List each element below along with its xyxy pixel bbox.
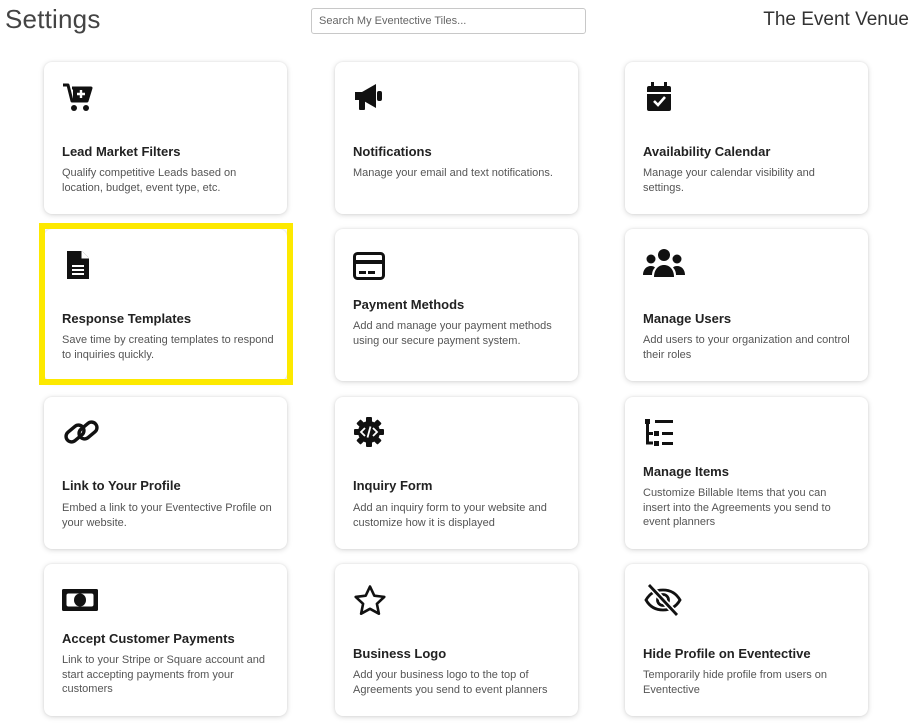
tile-availability-calendar[interactable]: Availability Calendar Manage your calend… <box>625 62 868 214</box>
cart-plus-icon <box>62 81 94 113</box>
star-icon <box>353 584 387 618</box>
tile-title: Payment Methods <box>353 297 465 312</box>
credit-card-icon <box>353 250 385 282</box>
code-gear-icon <box>353 416 385 448</box>
tile-hide-profile[interactable]: Hide Profile on Eventective Temporarily … <box>625 564 868 716</box>
tile-lead-market-filters[interactable]: Lead Market Filters Qualify competitive … <box>44 62 287 214</box>
tile-title: Accept Customer Payments <box>62 631 235 646</box>
money-bill-icon <box>62 584 98 616</box>
tile-notifications[interactable]: Notifications Manage your email and text… <box>335 62 578 214</box>
tile-description: Add an inquiry form to your website and … <box>353 502 547 529</box>
tile-description: Add users to your organization and contr… <box>643 334 850 361</box>
tile-title: Lead Market Filters <box>62 144 181 159</box>
calendar-check-icon <box>643 81 675 113</box>
tile-description: Temporarily hide profile from users on E… <box>643 669 828 696</box>
tile-description: Link to your Stripe or Square account an… <box>62 654 266 695</box>
tile-title: Manage Users <box>643 311 732 326</box>
tile-manage-users[interactable]: Manage Users Add users to your organizat… <box>625 229 868 381</box>
document-icon <box>62 249 94 281</box>
tile-title: Hide Profile on Eventective <box>643 646 811 661</box>
tile-grid: Lead Market Filters Qualify competitive … <box>0 0 918 724</box>
tile-description: Qualify competitive Leads based on locat… <box>62 167 237 194</box>
eye-slash-icon <box>643 583 683 617</box>
megaphone-icon <box>353 81 385 113</box>
tile-title: Link to Your Profile <box>62 478 181 493</box>
tile-manage-items[interactable]: Manage Items Customize Billable Items th… <box>625 397 868 549</box>
tile-title: Manage Items <box>643 464 729 479</box>
tile-title: Inquiry Form <box>353 478 433 493</box>
tile-business-logo[interactable]: Business Logo Add your business logo to … <box>335 564 578 716</box>
tile-description: Save time by creating templates to respo… <box>62 334 274 361</box>
tile-description: Add your business logo to the top of Agr… <box>353 669 548 696</box>
tile-response-templates[interactable]: Response Templates Save time by creating… <box>44 229 287 381</box>
tile-accept-customer-payments[interactable]: Accept Customer Payments Link to your St… <box>44 564 287 716</box>
tile-link-to-your-profile[interactable]: Link to Your Profile Embed a link to you… <box>44 397 287 549</box>
tile-title: Notifications <box>353 144 432 159</box>
tile-description: Customize Billable Items that you can in… <box>643 487 831 528</box>
tile-description: Manage your calendar visibility and sett… <box>643 167 815 194</box>
tile-title: Response Templates <box>62 311 192 326</box>
tile-description: Embed a link to your Eventective Profile… <box>62 502 272 529</box>
tile-inquiry-form[interactable]: Inquiry Form Add an inquiry form to your… <box>335 397 578 549</box>
tile-description: Manage your email and text notifications… <box>353 167 553 179</box>
tile-title: Business Logo <box>353 646 447 661</box>
users-icon <box>643 247 685 279</box>
tree-list-icon <box>643 416 675 448</box>
tile-description: Add and manage your payment methods usin… <box>353 320 552 347</box>
link-icon <box>62 416 102 448</box>
tile-payment-methods[interactable]: Payment Methods Add and manage your paym… <box>335 229 578 381</box>
tile-title: Availability Calendar <box>643 144 771 159</box>
